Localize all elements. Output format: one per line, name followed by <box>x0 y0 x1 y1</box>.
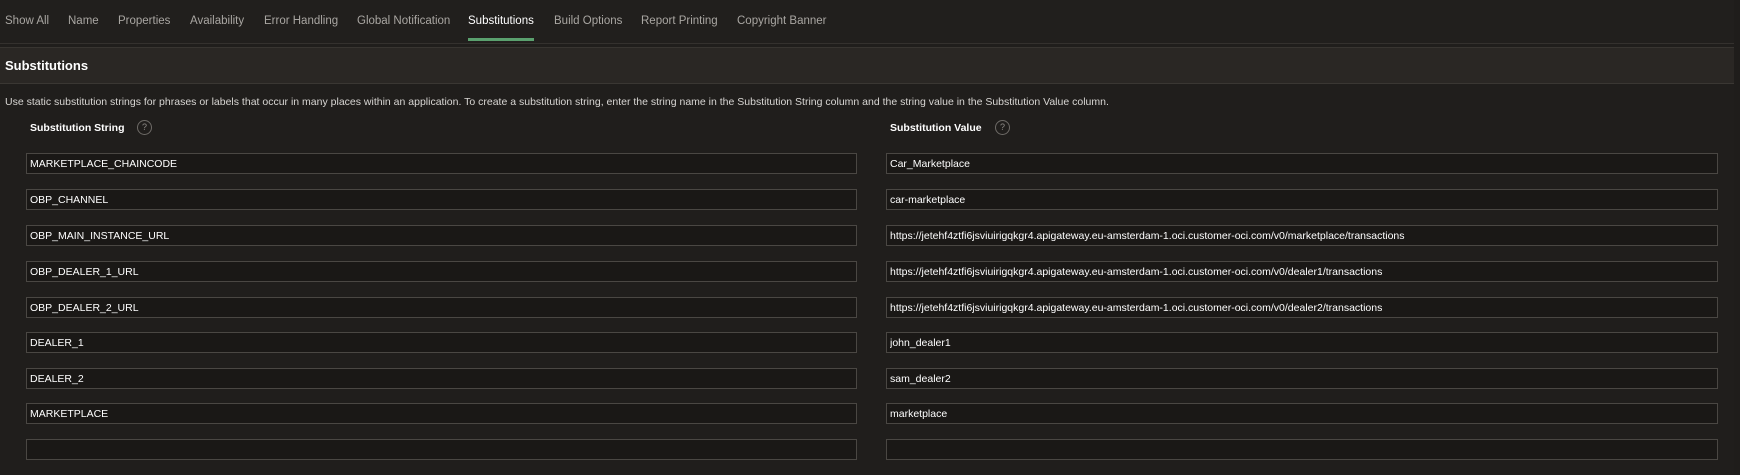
substitution-value-input[interactable] <box>886 439 1718 460</box>
tab-bar: Show All Name Properties Availability Er… <box>0 0 1740 44</box>
scrollbar[interactable] <box>1734 0 1740 475</box>
substitution-string-input[interactable] <box>26 189 857 210</box>
tab-error-handling[interactable]: Error Handling <box>264 15 338 27</box>
tab-properties[interactable]: Properties <box>118 15 170 27</box>
substitution-string-header: Substitution String <box>30 122 125 134</box>
question-circle-icon[interactable]: ? <box>995 120 1010 135</box>
tab-global-notification[interactable]: Global Notification <box>357 15 450 27</box>
substitution-string-input[interactable] <box>26 153 857 174</box>
substitution-value-input[interactable] <box>886 261 1718 282</box>
substitution-string-input[interactable] <box>26 297 857 318</box>
tab-name[interactable]: Name <box>68 15 99 27</box>
substitution-value-input[interactable] <box>886 368 1718 389</box>
tab-report-printing[interactable]: Report Printing <box>641 15 718 27</box>
tab-substitutions[interactable]: Substitutions <box>468 15 534 41</box>
substitution-string-input[interactable] <box>26 439 857 460</box>
substitution-value-input[interactable] <box>886 332 1718 353</box>
tab-build-options[interactable]: Build Options <box>554 15 622 27</box>
tab-show-all[interactable]: Show All <box>5 15 49 27</box>
substitution-string-input[interactable] <box>26 261 857 282</box>
substitution-string-input[interactable] <box>26 332 857 353</box>
substitution-value-input[interactable] <box>886 225 1718 246</box>
question-circle-icon[interactable]: ? <box>137 120 152 135</box>
region-header: Substitutions <box>0 47 1736 84</box>
substitution-string-input[interactable] <box>26 225 857 246</box>
tab-availability[interactable]: Availability <box>190 15 244 27</box>
substitution-value-input[interactable] <box>886 153 1718 174</box>
tab-copyright-banner[interactable]: Copyright Banner <box>737 15 827 27</box>
substitution-value-input[interactable] <box>886 403 1718 424</box>
help-text: Use static substitution strings for phra… <box>5 96 1109 108</box>
region-title: Substitutions <box>5 58 89 73</box>
substitution-value-input[interactable] <box>886 189 1718 210</box>
substitution-value-header: Substitution Value <box>890 122 982 134</box>
substitution-value-input[interactable] <box>886 297 1718 318</box>
substitution-string-input[interactable] <box>26 403 857 424</box>
substitution-string-input[interactable] <box>26 368 857 389</box>
